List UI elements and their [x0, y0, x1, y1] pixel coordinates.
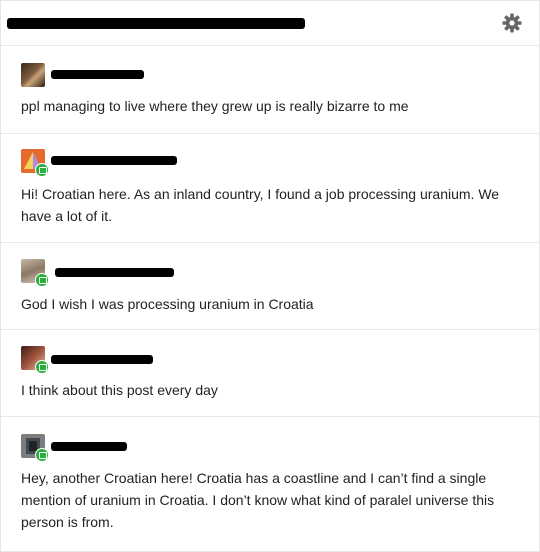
post-text: God I wish I was processing uranium in C… [21, 296, 314, 312]
reblog-badge-icon [35, 273, 49, 287]
redacted-username[interactable] [51, 442, 127, 451]
header [1, 1, 539, 46]
redacted-username[interactable] [51, 70, 144, 79]
post-text: Hey, another Croatian here! Croatia has … [21, 470, 495, 530]
post-text: I think about this post every day [21, 382, 218, 398]
redacted-username[interactable] [55, 268, 174, 277]
post-text: ppl managing to live where they grew up … [21, 98, 409, 114]
redacted-username[interactable] [51, 156, 177, 165]
list-item: Hi! Croatian here. As an inland country,… [1, 134, 539, 243]
reblog-badge-icon [35, 448, 49, 462]
reblog-badge-icon [35, 360, 49, 374]
gear-icon[interactable] [501, 12, 523, 34]
list-item: ppl managing to live where they grew up … [1, 46, 539, 134]
list-item: I think about this post every day [1, 330, 539, 417]
reblog-badge-icon [35, 163, 49, 177]
redacted-username[interactable] [51, 355, 153, 364]
post-notes-panel: ppl managing to live where they grew up … [0, 0, 540, 552]
post-text: Hi! Croatian here. As an inland country,… [21, 186, 500, 224]
redacted-title [7, 18, 305, 29]
list-item: God I wish I was processing uranium in C… [1, 243, 539, 330]
avatar[interactable] [21, 63, 45, 87]
list-item: Hey, another Croatian here! Croatia has … [1, 417, 539, 547]
